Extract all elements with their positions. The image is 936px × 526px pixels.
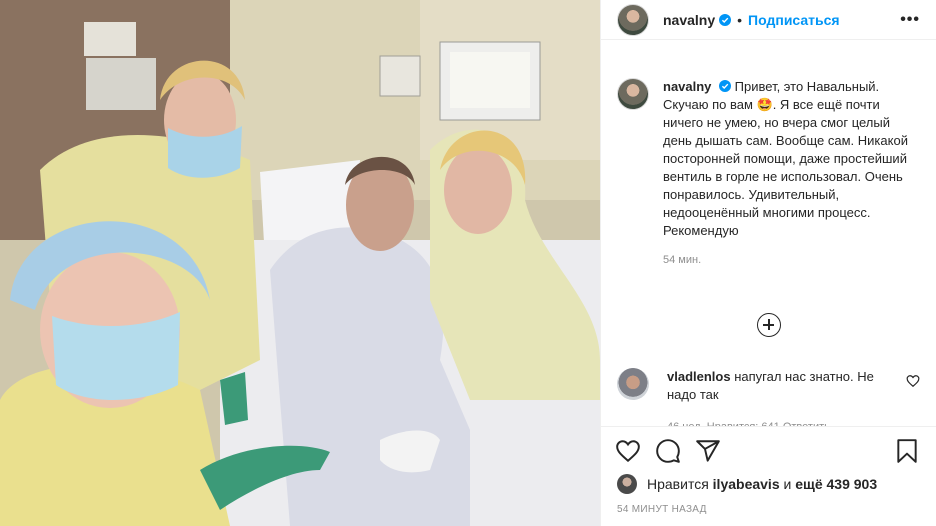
comment-like-icon[interactable] bbox=[906, 374, 920, 388]
likes-prefix: Нравится bbox=[647, 476, 709, 492]
comment-icon[interactable] bbox=[655, 438, 681, 464]
more-options-button[interactable]: ••• bbox=[900, 11, 920, 29]
comment-item: vladlenlos напугал нас знатно. Не надо т… bbox=[617, 368, 920, 404]
caption-username[interactable]: navalny bbox=[663, 79, 711, 94]
author-username[interactable]: navalny bbox=[663, 12, 715, 28]
post-caption: navalny Привет, это Навальный. Скучаю по… bbox=[601, 78, 936, 266]
follow-button[interactable]: Подписаться bbox=[748, 12, 840, 28]
caption-time: 54 мин. bbox=[663, 254, 702, 266]
caption-avatar[interactable] bbox=[617, 78, 649, 110]
verified-badge-icon bbox=[719, 13, 732, 26]
comment-username[interactable]: vladlenlos bbox=[667, 369, 731, 384]
share-icon[interactable] bbox=[695, 438, 721, 464]
verified-badge-icon bbox=[719, 80, 732, 92]
post-photo[interactable] bbox=[0, 0, 600, 526]
action-bar bbox=[601, 426, 936, 474]
likes-middle: и bbox=[783, 476, 792, 492]
liker-username[interactable]: ilyabeavis bbox=[713, 476, 780, 492]
caption-text: navalny Привет, это Навальный. Скучаю по… bbox=[663, 78, 909, 240]
load-more-comments-icon[interactable] bbox=[757, 313, 781, 337]
post-timestamp: 54 МИНУТ НАЗАД bbox=[617, 504, 707, 515]
separator-dot: • bbox=[737, 11, 743, 28]
comment-text: vladlenlos напугал нас знатно. Не надо т… bbox=[667, 368, 877, 404]
likes-row: Нравится ilyabeavis и ещё 439 903 bbox=[617, 474, 920, 494]
bookmark-icon[interactable] bbox=[894, 438, 920, 464]
liker-avatar[interactable] bbox=[617, 474, 637, 494]
post-header: navalny • Подписаться ••• bbox=[601, 0, 936, 40]
likes-count[interactable]: ещё 439 903 bbox=[795, 476, 877, 492]
author-avatar[interactable] bbox=[617, 3, 649, 36]
caption-body: Привет, это Навальный. Скучаю по вам 🤩. … bbox=[663, 79, 908, 238]
post-side-panel: navalny • Подписаться ••• navalny Привет… bbox=[600, 0, 936, 526]
commenter-avatar[interactable] bbox=[617, 368, 649, 400]
comments-section[interactable]: navalny Привет, это Навальный. Скучаю по… bbox=[601, 78, 936, 426]
heart-icon[interactable] bbox=[615, 438, 641, 464]
